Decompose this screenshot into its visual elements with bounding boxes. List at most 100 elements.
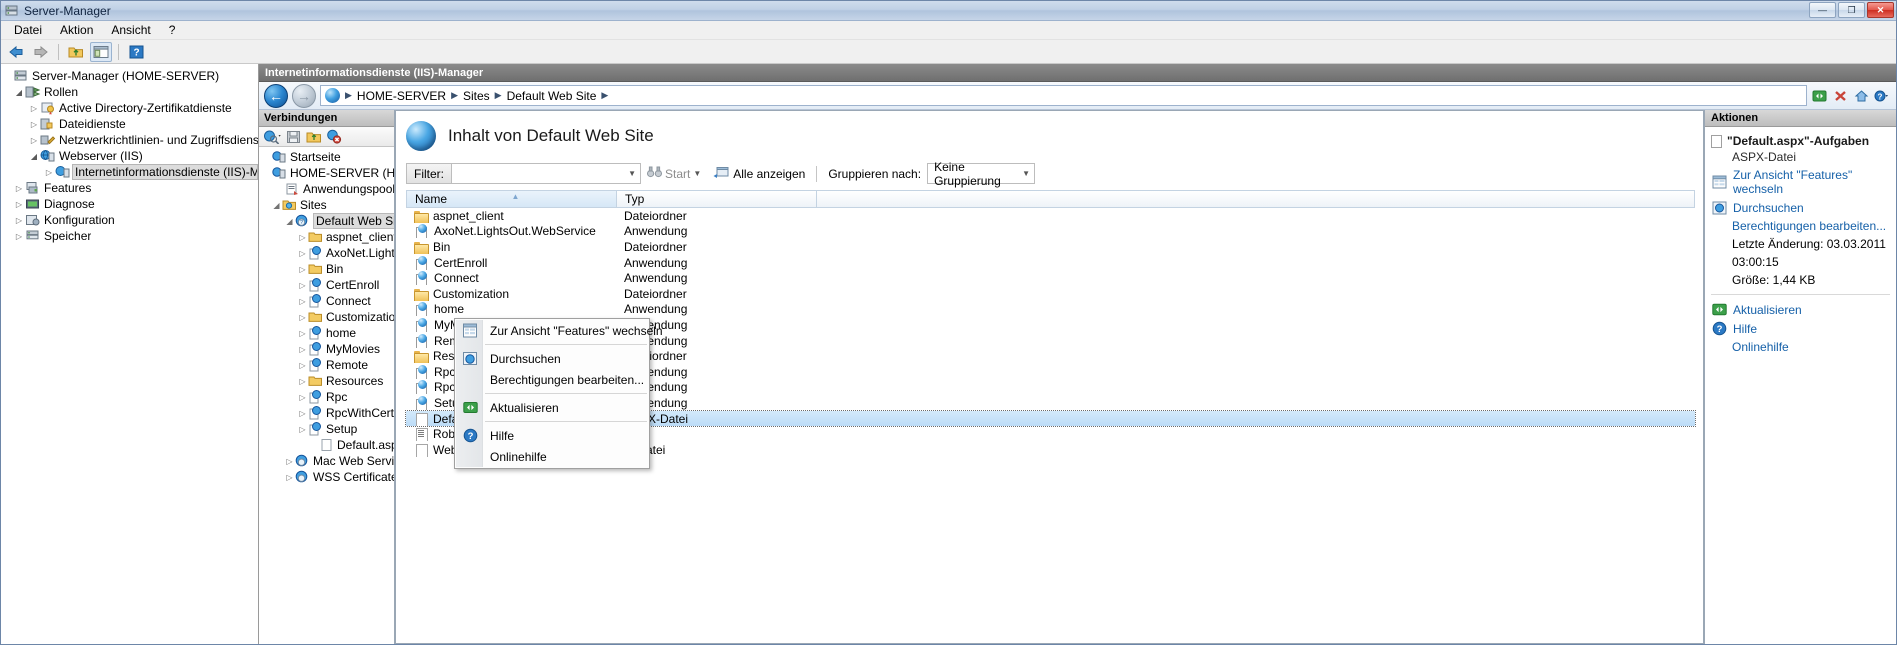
chevron-down-icon[interactable]: ▼ (693, 169, 701, 178)
connections-tree[interactable]: Startseite HOME-SERVER (HOME-SE (259, 147, 394, 644)
conn-node-default-web-site[interactable]: ◢ ? Default Web Site (259, 213, 394, 229)
conn-node-remote[interactable]: ▷ Remote (259, 357, 394, 373)
close-button[interactable]: ✕ (1867, 2, 1894, 18)
forward-arrow-icon[interactable] (30, 42, 52, 62)
expander-icon[interactable]: ◢ (28, 152, 40, 161)
table-row[interactable]: home Anwendung (406, 302, 1695, 318)
breadcrumb-item-server[interactable]: HOME-SERVER (355, 89, 448, 103)
menu-aktion[interactable]: Aktion (51, 21, 102, 39)
menu-help[interactable]: ? (160, 21, 185, 39)
menu-ansicht[interactable]: Ansicht (102, 21, 159, 39)
table-row[interactable]: Connect Anwendung (406, 270, 1695, 286)
expander-icon[interactable]: ▷ (43, 168, 55, 177)
filter-input[interactable]: ▼ (451, 163, 641, 184)
conn-node-certenroll[interactable]: ▷ CertEnroll (259, 277, 394, 293)
minimize-button[interactable]: — (1809, 2, 1836, 18)
expander-icon[interactable]: ▷ (297, 265, 308, 274)
conn-node-sites[interactable]: ◢ Sites (259, 197, 394, 213)
action-switch-to-features-view[interactable]: Zur Ansicht "Features" wechseln (1705, 166, 1896, 198)
conn-node-aspnet-client[interactable]: ▷ aspnet_client (259, 229, 394, 245)
expander-icon[interactable]: ◢ (271, 201, 282, 210)
tree-node-diagnose[interactable]: ▷ Diagnose (1, 196, 258, 212)
conn-node-rpcwithcert[interactable]: ▷ RpcWithCert (259, 405, 394, 421)
column-header-name[interactable]: ▲ Name (406, 190, 616, 208)
home-icon[interactable] (1853, 87, 1870, 104)
context-menu-item-features-view[interactable]: Zur Ansicht "Features" wechseln (455, 320, 649, 341)
expander-icon[interactable]: ▷ (297, 361, 308, 370)
group-by-select[interactable]: Keine Gruppierung ▼ (927, 163, 1035, 184)
context-menu[interactable]: Zur Ansicht "Features" wechseln (454, 318, 650, 469)
tree-node-npas[interactable]: ▷ Netzwerkrichtlinien- und Zugriffsdiens… (1, 132, 258, 148)
expander-icon[interactable]: ▷ (284, 473, 295, 482)
conn-node-home-server[interactable]: HOME-SERVER (HOME-SE (259, 165, 394, 181)
expander-icon[interactable]: ◢ (13, 88, 25, 97)
conn-node-mymovies[interactable]: ▷ MyMovies (259, 341, 394, 357)
context-menu-item-online-help[interactable]: Onlinehilfe (455, 446, 649, 467)
conn-node-anwendungspools[interactable]: Anwendungspools (259, 181, 394, 197)
tree-node-speicher[interactable]: ▷ Speicher (1, 228, 258, 244)
action-online-help[interactable]: Onlinehilfe (1705, 338, 1896, 356)
table-row[interactable]: aspnet_client Dateiordner (406, 208, 1695, 224)
nav-back-icon[interactable]: ← (264, 84, 288, 108)
expander-icon[interactable]: ▷ (297, 377, 308, 386)
conn-node-home[interactable]: ▷ home (259, 325, 394, 341)
chevron-down-icon[interactable]: ▼ (1022, 169, 1030, 178)
breadcrumb[interactable]: ▶ HOME-SERVER ▶ Sites ▶ Default Web Site… (320, 85, 1807, 106)
expander-icon[interactable]: ▷ (28, 120, 40, 129)
refresh-icon[interactable] (1811, 87, 1828, 104)
stop-icon[interactable] (1832, 87, 1849, 104)
tree-node-adcs[interactable]: ▷ Active Directory-Zertifikatdienste (1, 100, 258, 116)
conn-node-mac-web-service[interactable]: ▷ Mac Web Service (259, 453, 394, 469)
action-refresh[interactable]: Aktualisieren (1705, 300, 1896, 319)
expander-icon[interactable]: ▷ (297, 249, 308, 258)
conn-node-axonet[interactable]: ▷ AxoNet.LightsO (259, 245, 394, 261)
toggle-console-tree-icon[interactable] (90, 42, 112, 62)
expander-icon[interactable]: ▷ (13, 184, 25, 193)
tree-node-dateidienste[interactable]: ▷ Dateidienste (1, 116, 258, 132)
console-tree[interactable]: Server-Manager (HOME-SERVER) ◢ Rollen ▷ (1, 64, 259, 644)
table-row[interactable]: CertEnroll Anwendung (406, 255, 1695, 271)
expander-icon[interactable]: ▷ (284, 457, 295, 466)
menu-datei[interactable]: Datei (5, 21, 51, 39)
action-edit-permissions[interactable]: Berechtigungen bearbeiten... (1705, 217, 1896, 235)
conn-node-rpc[interactable]: ▷ Rpc (259, 389, 394, 405)
context-menu-item-refresh[interactable]: Aktualisieren (455, 397, 649, 418)
tree-node-konfiguration[interactable]: ▷ Konfiguration (1, 212, 258, 228)
help-dropdown-icon[interactable]: ? (1874, 87, 1891, 104)
nav-forward-icon[interactable]: → (292, 84, 316, 108)
conn-node-connect[interactable]: ▷ Connect (259, 293, 394, 309)
conn-node-default-aspx[interactable]: Default.aspx (259, 437, 394, 453)
help-icon[interactable]: ? (125, 42, 147, 62)
expander-icon[interactable]: ▷ (28, 104, 40, 113)
expander-icon[interactable]: ▷ (297, 313, 308, 322)
filter-go-button[interactable]: Start ▼ (641, 163, 707, 184)
tree-node-features[interactable]: ▷ Features (1, 180, 258, 196)
breadcrumb-item-default-web-site[interactable]: Default Web Site (505, 89, 599, 103)
action-browse[interactable]: Durchsuchen (1705, 198, 1896, 217)
tree-node-iis-manager[interactable]: ▷ Internetinformationsdienste (IIS)-Mana… (1, 164, 258, 180)
disconnect-icon[interactable] (326, 129, 344, 145)
expander-icon[interactable]: ▷ (13, 232, 25, 241)
table-row[interactable]: Bin Dateiordner (406, 239, 1695, 255)
connect-to-icon[interactable] (263, 129, 281, 145)
conn-node-resources[interactable]: ▷ Resources (259, 373, 394, 389)
conn-node-startseite[interactable]: Startseite (259, 149, 394, 165)
table-row[interactable]: AxoNet.LightsOut.WebService Anwendung (406, 224, 1695, 240)
context-menu-item-help[interactable]: ? Hilfe (455, 425, 649, 446)
expander-icon[interactable]: ▷ (297, 233, 308, 242)
expander-icon[interactable]: ▷ (297, 281, 308, 290)
expander-icon[interactable]: ▷ (297, 329, 308, 338)
save-icon[interactable] (284, 129, 302, 145)
expander-icon[interactable]: ▷ (297, 345, 308, 354)
show-all-button[interactable]: Alle anzeigen (707, 163, 811, 184)
tree-node-rollen[interactable]: ◢ Rollen (1, 84, 258, 100)
expander-icon[interactable]: ◢ (284, 217, 295, 226)
conn-node-customization[interactable]: ▷ Customization (259, 309, 394, 325)
table-row[interactable]: Customization Dateiordner (406, 286, 1695, 302)
expander-icon[interactable]: ▷ (13, 216, 25, 225)
expander-icon[interactable]: ▷ (297, 409, 308, 418)
expander-icon[interactable]: ▷ (297, 297, 308, 306)
tree-node-webserver-iis[interactable]: ◢ Webserver (IIS) (1, 148, 258, 164)
breadcrumb-item-sites[interactable]: Sites (461, 89, 492, 103)
open-site-icon[interactable] (305, 129, 323, 145)
